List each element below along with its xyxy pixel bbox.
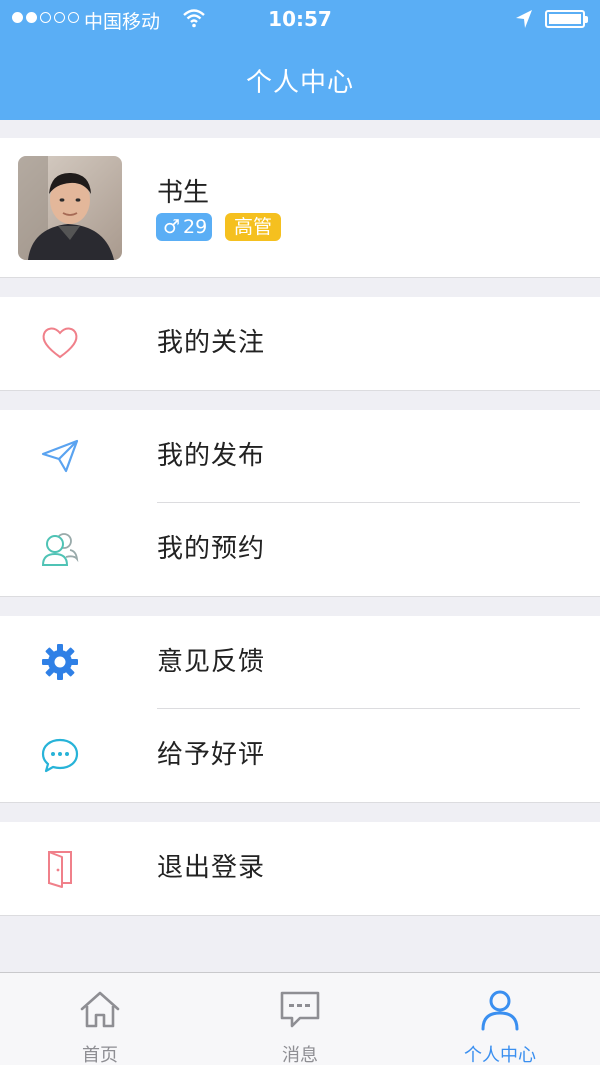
menu-item-feedback-label: 意见反馈 (157, 647, 266, 677)
menu-group-4: 退出登录 (0, 822, 600, 916)
age-badge: ♂ 29 (156, 213, 212, 241)
menu-item-appointment[interactable]: 我的预约 (0, 503, 600, 595)
battery-icon (545, 10, 588, 28)
status-time: 10:57 (268, 7, 332, 31)
menu-group-3: 意见反馈 给予好评 (0, 616, 600, 803)
gear-icon (42, 644, 78, 680)
menu-item-feedback[interactable]: 意见反馈 (0, 616, 600, 708)
tab-profile[interactable]: 个人中心 (400, 973, 600, 1065)
tab-profile-label: 个人中心 (464, 1045, 536, 1065)
tab-bar: 首页 消息 个人中心 (0, 972, 600, 1065)
users-icon (41, 533, 79, 566)
age-value: 29 (183, 216, 208, 238)
page-title: 个人中心 (245, 68, 354, 98)
male-gender-icon: ♂ (163, 216, 181, 238)
home-icon (80, 991, 120, 1028)
menu-item-logout-label: 退出登录 (157, 853, 266, 883)
tab-messages[interactable]: 消息 (200, 973, 400, 1065)
person-icon (481, 990, 519, 1031)
heart-icon (42, 327, 78, 359)
header: 中国移动 10:57 个人中心 (0, 0, 600, 120)
tab-home-label: 首页 (82, 1045, 118, 1065)
menu-group-1: 我的关注 (0, 297, 600, 391)
tab-home[interactable]: 首页 (0, 973, 200, 1065)
menu-item-follow-label: 我的关注 (157, 328, 266, 358)
menu-item-appointment-label: 我的预约 (157, 534, 266, 564)
location-arrow-icon (516, 10, 532, 28)
profile-card[interactable]: 书生 ♂ 29 高管 (0, 138, 600, 278)
user-name: 书生 (157, 178, 210, 208)
avatar[interactable] (18, 156, 122, 260)
menu-item-follow[interactable]: 我的关注 (0, 297, 600, 389)
menu-item-rate-label: 给予好评 (157, 740, 266, 770)
menu-item-publish[interactable]: 我的发布 (0, 410, 600, 502)
message-icon (280, 991, 320, 1028)
menu-item-logout[interactable]: 退出登录 (0, 822, 600, 914)
menu-item-rate[interactable]: 给予好评 (0, 709, 600, 801)
tab-messages-label: 消息 (282, 1045, 318, 1065)
menu-item-publish-label: 我的发布 (157, 441, 266, 471)
chat-bubble-icon (41, 738, 79, 773)
menu-group-2: 我的发布 我的预约 (0, 410, 600, 597)
status-bar: 中国移动 10:57 (0, 0, 600, 40)
title-badge: 高管 (225, 213, 281, 241)
door-exit-icon (48, 851, 72, 888)
paper-plane-icon (41, 439, 79, 473)
